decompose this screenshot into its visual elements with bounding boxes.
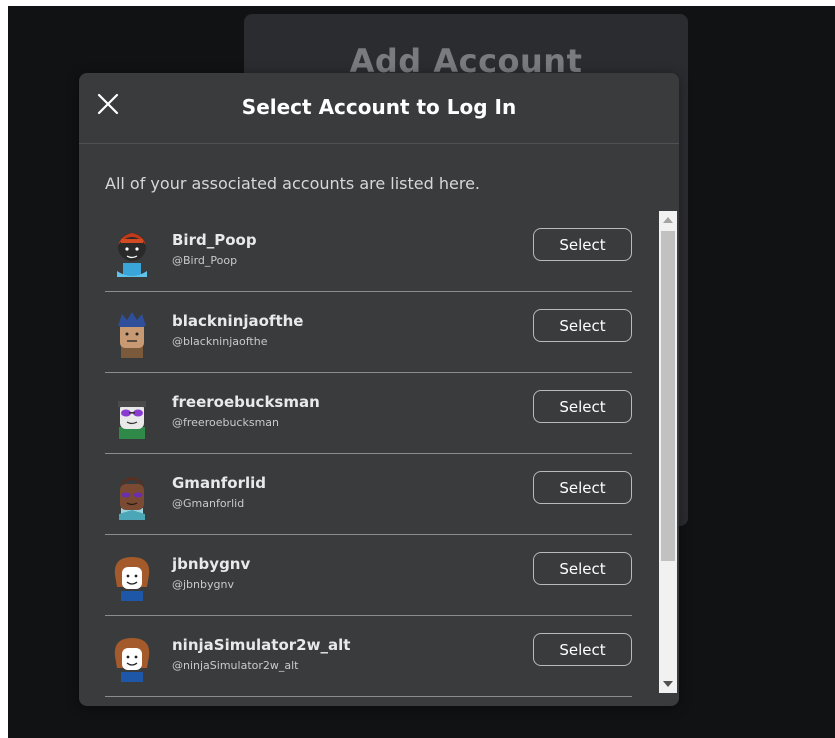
select-button[interactable]: Select xyxy=(533,633,632,666)
scroll-down-arrow-icon[interactable] xyxy=(659,675,677,693)
display-name: jbnbygnv xyxy=(172,555,251,573)
account-names: ninjaSimulator2w_alt @ninjaSimulator2w_a… xyxy=(172,636,350,673)
username: @Bird_Poop xyxy=(172,254,238,267)
username: @Gmanforlid xyxy=(172,497,245,510)
display-name: Gmanforlid xyxy=(172,474,266,492)
account-row: Gmanforlid @Gmanforlid Select xyxy=(105,454,632,535)
account-row: ninjaSimulator2w_alt @ninjaSimulator2w_a… xyxy=(105,616,632,697)
account-list: Bird_Poop @Bird_Poop Select blackninjaof… xyxy=(105,211,632,697)
select-button[interactable]: Select xyxy=(533,471,632,504)
select-button[interactable]: Select xyxy=(533,390,632,423)
display-name: freeroebucksman xyxy=(172,393,320,411)
username: @freeroebucksman xyxy=(172,416,279,429)
scrollbar-thumb[interactable] xyxy=(661,231,675,561)
modal-header: Select Account to Log In xyxy=(79,73,679,144)
avatar xyxy=(119,477,145,520)
select-button[interactable]: Select xyxy=(533,309,632,342)
avatar xyxy=(114,638,150,682)
select-button[interactable]: Select xyxy=(533,228,632,261)
display-name: Bird_Poop xyxy=(172,231,257,249)
username: @blackninjaofthe xyxy=(172,335,268,348)
modal-title: Select Account to Log In xyxy=(241,95,517,119)
account-row: blackninjaofthe @blackninjaofthe Select xyxy=(105,292,632,373)
username: @ninjaSimulator2w_alt xyxy=(172,659,299,672)
avatar xyxy=(118,312,146,358)
scrollbar[interactable] xyxy=(659,211,677,693)
display-name: ninjaSimulator2w_alt xyxy=(172,636,351,654)
scroll-up-arrow-icon[interactable] xyxy=(659,211,677,229)
account-names: Bird_Poop @Bird_Poop xyxy=(172,231,257,268)
account-names: jbnbygnv @jbnbygnv xyxy=(172,555,250,592)
avatar xyxy=(117,233,147,277)
modal-subtitle: All of your associated accounts are list… xyxy=(105,174,481,193)
username: @jbnbygnv xyxy=(172,578,234,591)
avatar xyxy=(118,396,146,439)
account-names: freeroebucksman @freeroebucksman xyxy=(172,393,320,430)
account-row: freeroebucksman @freeroebucksman Select xyxy=(105,373,632,454)
account-names: blackninjaofthe @blackninjaofthe xyxy=(172,312,303,349)
account-row: Bird_Poop @Bird_Poop Select xyxy=(105,211,632,292)
select-button[interactable]: Select xyxy=(533,552,632,585)
display-name: blackninjaofthe xyxy=(172,312,304,330)
select-account-modal: Select Account to Log In All of your ass… xyxy=(79,73,679,706)
account-row: jbnbygnv @jbnbygnv Select xyxy=(105,535,632,616)
account-names: Gmanforlid @Gmanforlid xyxy=(172,474,266,511)
avatar xyxy=(114,557,150,601)
